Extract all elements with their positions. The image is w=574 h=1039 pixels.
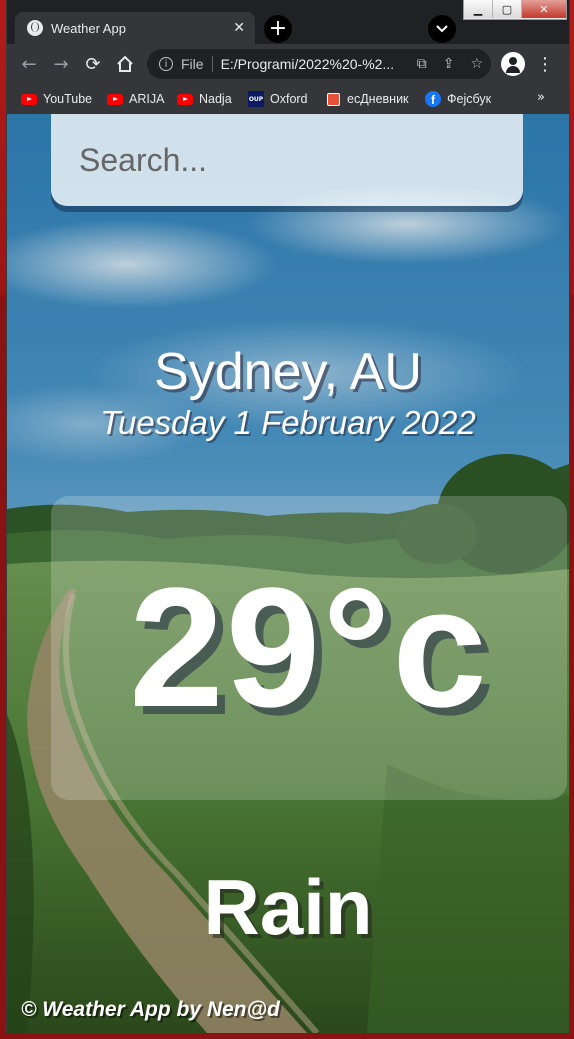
close-tab-icon[interactable]: ✕ bbox=[233, 20, 245, 36]
bookmark-arija[interactable]: ARIJA bbox=[107, 89, 164, 109]
bookmark-star-icon[interactable]: ☆ bbox=[470, 56, 483, 72]
bookmark-label: Nadja bbox=[199, 92, 232, 106]
footer-credit: © Weather App by Nen@d bbox=[21, 998, 280, 1021]
bookmark-label: ARIJA bbox=[129, 92, 165, 106]
date-label: Tuesday 1 February 2022 bbox=[100, 404, 476, 441]
more-bookmarks-icon[interactable]: » bbox=[537, 90, 545, 105]
bookmark-label: YouTube bbox=[43, 92, 93, 106]
bookmarks-bar: YouTube ARIJA Nadja OUP Oxford есДневник… bbox=[7, 84, 569, 114]
profile-avatar[interactable] bbox=[501, 52, 525, 76]
share-icon[interactable]: ⇪ bbox=[443, 56, 455, 72]
tab-strip: Weather App ✕ + ▁ ▢ ✕ bbox=[7, 0, 569, 44]
address-bar[interactable]: i File E:/Programi/2022%20-%2... ⧉ ⇪ ☆ bbox=[147, 49, 491, 79]
tab-weather-app[interactable]: Weather App ✕ bbox=[15, 12, 255, 44]
forward-icon[interactable]: → bbox=[49, 52, 73, 76]
globe-icon bbox=[27, 20, 43, 36]
address-scheme: File bbox=[181, 56, 204, 72]
bookmark-label: Фејсбук bbox=[447, 92, 492, 106]
reload-icon[interactable]: ⟳ bbox=[81, 52, 105, 76]
browser-window: Weather App ✕ + ▁ ▢ ✕ ← → ⟳ i File E:/Pr… bbox=[6, 0, 570, 1033]
facebook-icon: f bbox=[425, 91, 441, 107]
chevron-down-icon bbox=[436, 25, 448, 33]
site-info-icon[interactable]: i bbox=[159, 57, 173, 71]
browser-toolbar: ← → ⟳ i File E:/Programi/2022%20-%2... ⧉… bbox=[7, 44, 569, 84]
profile-head-shape bbox=[509, 57, 517, 65]
youtube-icon bbox=[177, 91, 193, 107]
bookmark-esdnevnik[interactable]: есДневник bbox=[325, 89, 409, 109]
maximize-button[interactable]: ▢ bbox=[493, 0, 522, 18]
temperature-card: 29°c bbox=[51, 496, 567, 800]
search-bar bbox=[51, 114, 523, 206]
bookmark-label: Oxford bbox=[270, 92, 308, 106]
temperature-value: 29°c bbox=[129, 553, 489, 743]
bookmark-label: есДневник bbox=[347, 92, 409, 106]
bookmark-oxford[interactable]: OUP Oxford bbox=[248, 89, 308, 109]
menu-icon[interactable]: ⋮ bbox=[536, 52, 554, 76]
tab-search-button[interactable] bbox=[428, 15, 456, 43]
new-tab-button[interactable]: + bbox=[264, 15, 292, 43]
tab-title: Weather App bbox=[51, 20, 126, 36]
back-icon[interactable]: ← bbox=[17, 52, 41, 76]
minimize-button[interactable]: ▁ bbox=[464, 0, 493, 18]
address-url[interactable]: E:/Programi/2022%20-%2... bbox=[221, 56, 409, 72]
location-title: Sydney, AU bbox=[154, 343, 422, 401]
bookmark-facebook[interactable]: f Фејсбук bbox=[425, 89, 491, 109]
profile-body-shape bbox=[506, 66, 520, 73]
window-controls: ▁ ▢ ✕ bbox=[463, 0, 567, 20]
translate-icon[interactable]: ⧉ bbox=[417, 56, 427, 72]
youtube-icon bbox=[21, 91, 37, 107]
oup-icon: OUP bbox=[248, 91, 264, 107]
page-viewport: Sydney, AU Tuesday 1 February 2022 29°c … bbox=[7, 114, 569, 1033]
esdnevnik-icon bbox=[325, 91, 341, 107]
bookmark-youtube[interactable]: YouTube bbox=[21, 89, 92, 109]
youtube-icon bbox=[107, 91, 123, 107]
close-window-button[interactable]: ✕ bbox=[522, 0, 566, 18]
home-icon[interactable] bbox=[113, 52, 137, 76]
search-input[interactable] bbox=[77, 140, 523, 180]
address-separator bbox=[211, 56, 213, 72]
weather-condition: Rain bbox=[203, 863, 373, 951]
bookmark-nadja[interactable]: Nadja bbox=[177, 89, 232, 109]
